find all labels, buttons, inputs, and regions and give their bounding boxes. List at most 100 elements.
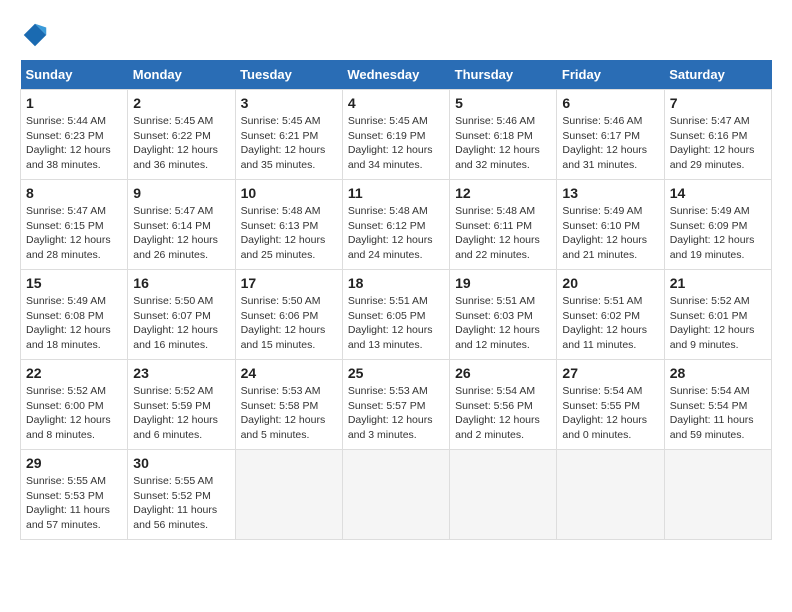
sunrise-text: Sunrise: 5:50 AM [241, 294, 337, 309]
sunrise-text: Sunrise: 5:45 AM [241, 114, 337, 129]
day-number: 29 [26, 455, 122, 471]
daylight-text: Daylight: 11 hours and 56 minutes. [133, 503, 229, 532]
day-number: 9 [133, 185, 229, 201]
sunset-text: Sunset: 6:23 PM [26, 129, 122, 144]
calendar-cell: 10 Sunrise: 5:48 AM Sunset: 6:13 PM Dayl… [235, 180, 342, 270]
day-info: Sunrise: 5:53 AM Sunset: 5:57 PM Dayligh… [348, 384, 444, 443]
calendar-cell: 22 Sunrise: 5:52 AM Sunset: 6:00 PM Dayl… [21, 360, 128, 450]
day-info: Sunrise: 5:52 AM Sunset: 5:59 PM Dayligh… [133, 384, 229, 443]
day-number: 16 [133, 275, 229, 291]
day-number: 7 [670, 95, 766, 111]
calendar-cell: 23 Sunrise: 5:52 AM Sunset: 5:59 PM Dayl… [128, 360, 235, 450]
day-info: Sunrise: 5:50 AM Sunset: 6:06 PM Dayligh… [241, 294, 337, 353]
sunrise-text: Sunrise: 5:54 AM [455, 384, 551, 399]
daylight-text: Daylight: 12 hours and 5 minutes. [241, 413, 337, 442]
sunrise-text: Sunrise: 5:51 AM [562, 294, 658, 309]
calendar-cell: 15 Sunrise: 5:49 AM Sunset: 6:08 PM Dayl… [21, 270, 128, 360]
daylight-text: Daylight: 11 hours and 59 minutes. [670, 413, 766, 442]
calendar-cell: 25 Sunrise: 5:53 AM Sunset: 5:57 PM Dayl… [342, 360, 449, 450]
page-header [20, 20, 772, 50]
sunset-text: Sunset: 6:14 PM [133, 219, 229, 234]
daylight-text: Daylight: 12 hours and 12 minutes. [455, 323, 551, 352]
calendar-cell: 30 Sunrise: 5:55 AM Sunset: 5:52 PM Dayl… [128, 450, 235, 540]
sunrise-text: Sunrise: 5:53 AM [241, 384, 337, 399]
calendar-cell [235, 450, 342, 540]
calendar-week-row: 29 Sunrise: 5:55 AM Sunset: 5:53 PM Dayl… [21, 450, 772, 540]
day-number: 2 [133, 95, 229, 111]
day-info: Sunrise: 5:51 AM Sunset: 6:02 PM Dayligh… [562, 294, 658, 353]
calendar-header-row: SundayMondayTuesdayWednesdayThursdayFrid… [21, 60, 772, 90]
day-header-saturday: Saturday [664, 60, 771, 90]
day-info: Sunrise: 5:51 AM Sunset: 6:03 PM Dayligh… [455, 294, 551, 353]
sunset-text: Sunset: 5:59 PM [133, 399, 229, 414]
sunset-text: Sunset: 6:00 PM [26, 399, 122, 414]
sunset-text: Sunset: 5:52 PM [133, 489, 229, 504]
day-info: Sunrise: 5:52 AM Sunset: 6:00 PM Dayligh… [26, 384, 122, 443]
sunset-text: Sunset: 5:57 PM [348, 399, 444, 414]
day-info: Sunrise: 5:52 AM Sunset: 6:01 PM Dayligh… [670, 294, 766, 353]
daylight-text: Daylight: 12 hours and 24 minutes. [348, 233, 444, 262]
day-header-wednesday: Wednesday [342, 60, 449, 90]
day-number: 6 [562, 95, 658, 111]
calendar-cell [664, 450, 771, 540]
calendar-week-row: 15 Sunrise: 5:49 AM Sunset: 6:08 PM Dayl… [21, 270, 772, 360]
day-info: Sunrise: 5:46 AM Sunset: 6:17 PM Dayligh… [562, 114, 658, 173]
day-info: Sunrise: 5:45 AM Sunset: 6:21 PM Dayligh… [241, 114, 337, 173]
calendar-week-row: 8 Sunrise: 5:47 AM Sunset: 6:15 PM Dayli… [21, 180, 772, 270]
calendar-cell [557, 450, 664, 540]
sunrise-text: Sunrise: 5:52 AM [670, 294, 766, 309]
day-number: 22 [26, 365, 122, 381]
daylight-text: Daylight: 12 hours and 15 minutes. [241, 323, 337, 352]
sunset-text: Sunset: 6:12 PM [348, 219, 444, 234]
calendar-cell: 9 Sunrise: 5:47 AM Sunset: 6:14 PM Dayli… [128, 180, 235, 270]
day-info: Sunrise: 5:54 AM Sunset: 5:54 PM Dayligh… [670, 384, 766, 443]
day-info: Sunrise: 5:55 AM Sunset: 5:53 PM Dayligh… [26, 474, 122, 533]
sunset-text: Sunset: 5:54 PM [670, 399, 766, 414]
sunrise-text: Sunrise: 5:47 AM [26, 204, 122, 219]
day-info: Sunrise: 5:48 AM Sunset: 6:11 PM Dayligh… [455, 204, 551, 263]
daylight-text: Daylight: 12 hours and 0 minutes. [562, 413, 658, 442]
calendar-cell: 24 Sunrise: 5:53 AM Sunset: 5:58 PM Dayl… [235, 360, 342, 450]
day-number: 5 [455, 95, 551, 111]
calendar-cell: 18 Sunrise: 5:51 AM Sunset: 6:05 PM Dayl… [342, 270, 449, 360]
daylight-text: Daylight: 12 hours and 21 minutes. [562, 233, 658, 262]
sunrise-text: Sunrise: 5:52 AM [133, 384, 229, 399]
sunrise-text: Sunrise: 5:53 AM [348, 384, 444, 399]
calendar-cell [450, 450, 557, 540]
day-header-thursday: Thursday [450, 60, 557, 90]
sunrise-text: Sunrise: 5:51 AM [348, 294, 444, 309]
daylight-text: Daylight: 12 hours and 19 minutes. [670, 233, 766, 262]
sunset-text: Sunset: 5:55 PM [562, 399, 658, 414]
day-number: 10 [241, 185, 337, 201]
sunrise-text: Sunrise: 5:46 AM [455, 114, 551, 129]
day-number: 27 [562, 365, 658, 381]
calendar-week-row: 22 Sunrise: 5:52 AM Sunset: 6:00 PM Dayl… [21, 360, 772, 450]
day-number: 20 [562, 275, 658, 291]
calendar-cell: 3 Sunrise: 5:45 AM Sunset: 6:21 PM Dayli… [235, 90, 342, 180]
sunset-text: Sunset: 6:07 PM [133, 309, 229, 324]
daylight-text: Daylight: 12 hours and 35 minutes. [241, 143, 337, 172]
day-info: Sunrise: 5:48 AM Sunset: 6:13 PM Dayligh… [241, 204, 337, 263]
sunrise-text: Sunrise: 5:46 AM [562, 114, 658, 129]
daylight-text: Daylight: 12 hours and 29 minutes. [670, 143, 766, 172]
daylight-text: Daylight: 12 hours and 32 minutes. [455, 143, 551, 172]
calendar-week-row: 1 Sunrise: 5:44 AM Sunset: 6:23 PM Dayli… [21, 90, 772, 180]
day-number: 3 [241, 95, 337, 111]
day-number: 17 [241, 275, 337, 291]
sunset-text: Sunset: 6:18 PM [455, 129, 551, 144]
calendar-cell: 11 Sunrise: 5:48 AM Sunset: 6:12 PM Dayl… [342, 180, 449, 270]
day-info: Sunrise: 5:46 AM Sunset: 6:18 PM Dayligh… [455, 114, 551, 173]
day-number: 13 [562, 185, 658, 201]
sunrise-text: Sunrise: 5:55 AM [133, 474, 229, 489]
calendar-cell: 20 Sunrise: 5:51 AM Sunset: 6:02 PM Dayl… [557, 270, 664, 360]
sunrise-text: Sunrise: 5:50 AM [133, 294, 229, 309]
calendar-cell: 26 Sunrise: 5:54 AM Sunset: 5:56 PM Dayl… [450, 360, 557, 450]
calendar-cell: 1 Sunrise: 5:44 AM Sunset: 6:23 PM Dayli… [21, 90, 128, 180]
day-header-tuesday: Tuesday [235, 60, 342, 90]
calendar-cell: 17 Sunrise: 5:50 AM Sunset: 6:06 PM Dayl… [235, 270, 342, 360]
day-header-monday: Monday [128, 60, 235, 90]
day-info: Sunrise: 5:44 AM Sunset: 6:23 PM Dayligh… [26, 114, 122, 173]
calendar-cell [342, 450, 449, 540]
sunset-text: Sunset: 6:01 PM [670, 309, 766, 324]
sunrise-text: Sunrise: 5:55 AM [26, 474, 122, 489]
